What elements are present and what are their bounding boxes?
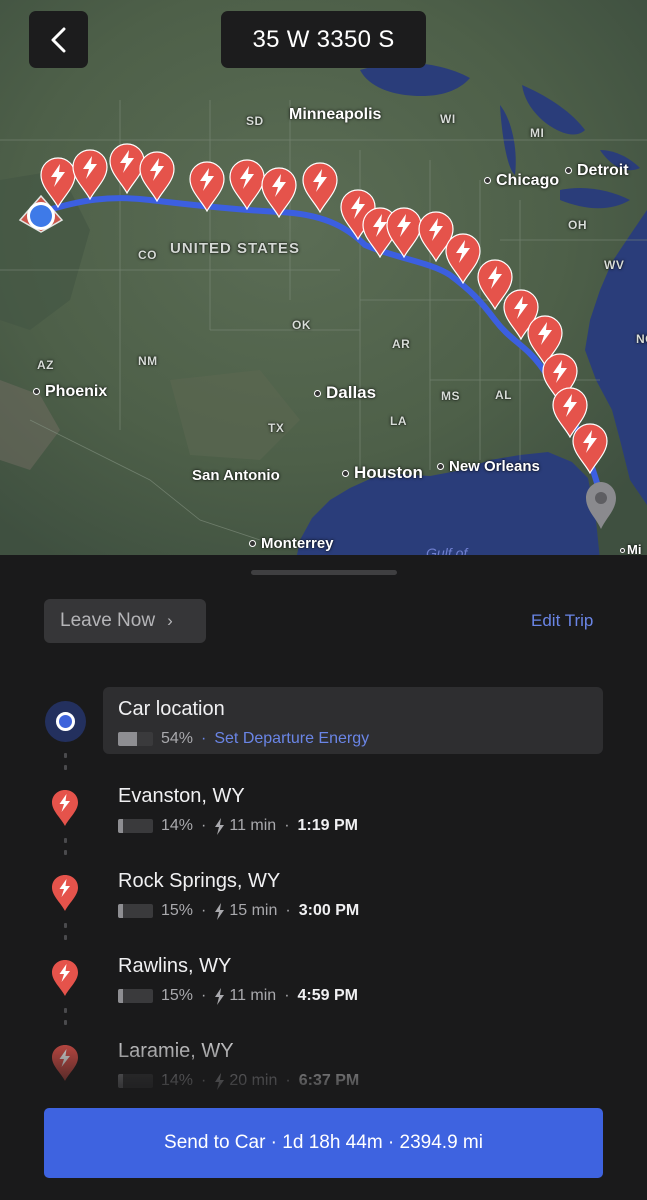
stop-charger[interactable]: Evanston, WY 14% · 11 min · 1:19 PM [0, 785, 647, 857]
stop-name: Car location [118, 698, 225, 720]
leave-now-button[interactable]: Leave Now › [44, 599, 206, 643]
stop-name: Rock Springs, WY [118, 870, 281, 892]
state-label-nm: NM [138, 354, 158, 368]
state-label-wi: WI [440, 112, 456, 126]
city-label-phoenix: Phoenix [33, 383, 107, 401]
country-label: UNITED STATES [170, 240, 300, 257]
stop-name: Rawlins, WY [118, 955, 232, 977]
destination-pin-icon[interactable] [584, 480, 618, 530]
city-label-houston: Houston [342, 463, 423, 483]
battery-icon [118, 819, 153, 833]
charge-time: 11 min [229, 817, 277, 834]
state-label-co: CO [138, 248, 157, 262]
supercharger-pin-icon [51, 789, 79, 827]
leave-now-label: Leave Now [60, 610, 156, 631]
state-label-mi: MI [530, 126, 545, 140]
start-location-icon[interactable] [16, 192, 66, 238]
chevron-right-icon: › [167, 611, 173, 630]
state-label-oh: OH [568, 218, 587, 232]
state-label-la: LA [390, 414, 407, 428]
supercharger-pin-icon [51, 874, 79, 912]
state-label-al: AL [495, 388, 512, 402]
stop-info: 15% · 15 min · 3:00 PM [118, 902, 359, 920]
trip-sheet: Leave Now › Edit Trip Car location 54% ·… [0, 555, 647, 1200]
supercharger-pin-icon[interactable] [71, 148, 109, 201]
city-label-minneapolis: Minneapolis [289, 106, 382, 123]
battery-percent: 15% [161, 902, 194, 919]
state-label-nc: NC [636, 332, 647, 346]
edit-trip-link[interactable]: Edit Trip [531, 611, 593, 631]
city-label-detroit: Detroit [565, 162, 629, 180]
supercharger-pin-icon[interactable] [301, 161, 339, 214]
stop-charger[interactable]: Rawlins, WY 15% · 11 min · 4:59 PM [0, 955, 647, 1027]
state-label-ms: MS [441, 389, 460, 403]
route-map[interactable]: SD Minneapolis WI MI Chicago Detroit OH … [0, 0, 647, 560]
city-label-new-orleans: New Orleans [437, 458, 540, 475]
send-to-car-button[interactable]: Send to Car · 1d 18h 44m · 2394.9 mi [44, 1108, 603, 1178]
city-label-chicago: Chicago [484, 172, 559, 190]
stop-info: 15% · 11 min · 4:59 PM [118, 987, 358, 1005]
battery-percent: 15% [161, 987, 194, 1004]
chevron-left-icon [51, 27, 65, 52]
supercharger-pin-icon[interactable] [571, 422, 609, 475]
map-terrain [0, 0, 647, 560]
stop-info: 54% · Set Departure Energy [118, 730, 369, 748]
sheet-grabber[interactable] [251, 570, 397, 575]
stop-name: Evanston, WY [118, 785, 245, 807]
supercharger-pin-icon [51, 959, 79, 997]
battery-icon [118, 732, 153, 746]
battery-percent: 14% [161, 817, 194, 834]
arrival-time: 1:19 PM [297, 817, 358, 834]
charging-bolt-icon [215, 817, 225, 835]
charging-bolt-icon [215, 902, 225, 920]
state-label-tx: TX [268, 421, 285, 435]
stop-charger[interactable]: Rock Springs, WY 15% · 15 min · 3:00 PM [0, 870, 647, 942]
charge-time: 15 min [229, 902, 278, 919]
charging-bolt-icon [215, 987, 225, 1005]
city-label-dallas: Dallas [314, 383, 376, 403]
state-label-ok: OK [292, 318, 311, 332]
set-departure-energy-link[interactable]: Set Departure Energy [214, 730, 369, 748]
arrival-time: 4:59 PM [297, 987, 358, 1004]
destination-address[interactable]: 35 W 3350 S [221, 11, 426, 68]
stop-car-location: Car location 54% · Set Departure Energy [0, 698, 647, 770]
charge-time: 11 min [229, 987, 277, 1004]
battery-percent: 54% [161, 730, 194, 747]
supercharger-pin-icon[interactable] [188, 160, 226, 213]
battery-icon [118, 904, 153, 918]
city-label-san-antonio: San Antonio [192, 467, 280, 484]
timeline-connector [64, 753, 67, 777]
supercharger-pin-icon[interactable] [138, 150, 176, 203]
supercharger-pin-icon[interactable] [260, 166, 298, 219]
city-label-monterrey: Monterrey [249, 535, 334, 552]
state-label-sd: SD [246, 114, 264, 128]
battery-icon [118, 989, 153, 1003]
stop-info: 14% · 11 min · 1:19 PM [118, 817, 358, 835]
back-button[interactable] [29, 11, 88, 68]
state-label-ar: AR [392, 337, 411, 351]
state-label-az: AZ [37, 358, 54, 372]
state-label-wv: WV [604, 258, 625, 272]
arrival-time: 3:00 PM [298, 902, 360, 919]
